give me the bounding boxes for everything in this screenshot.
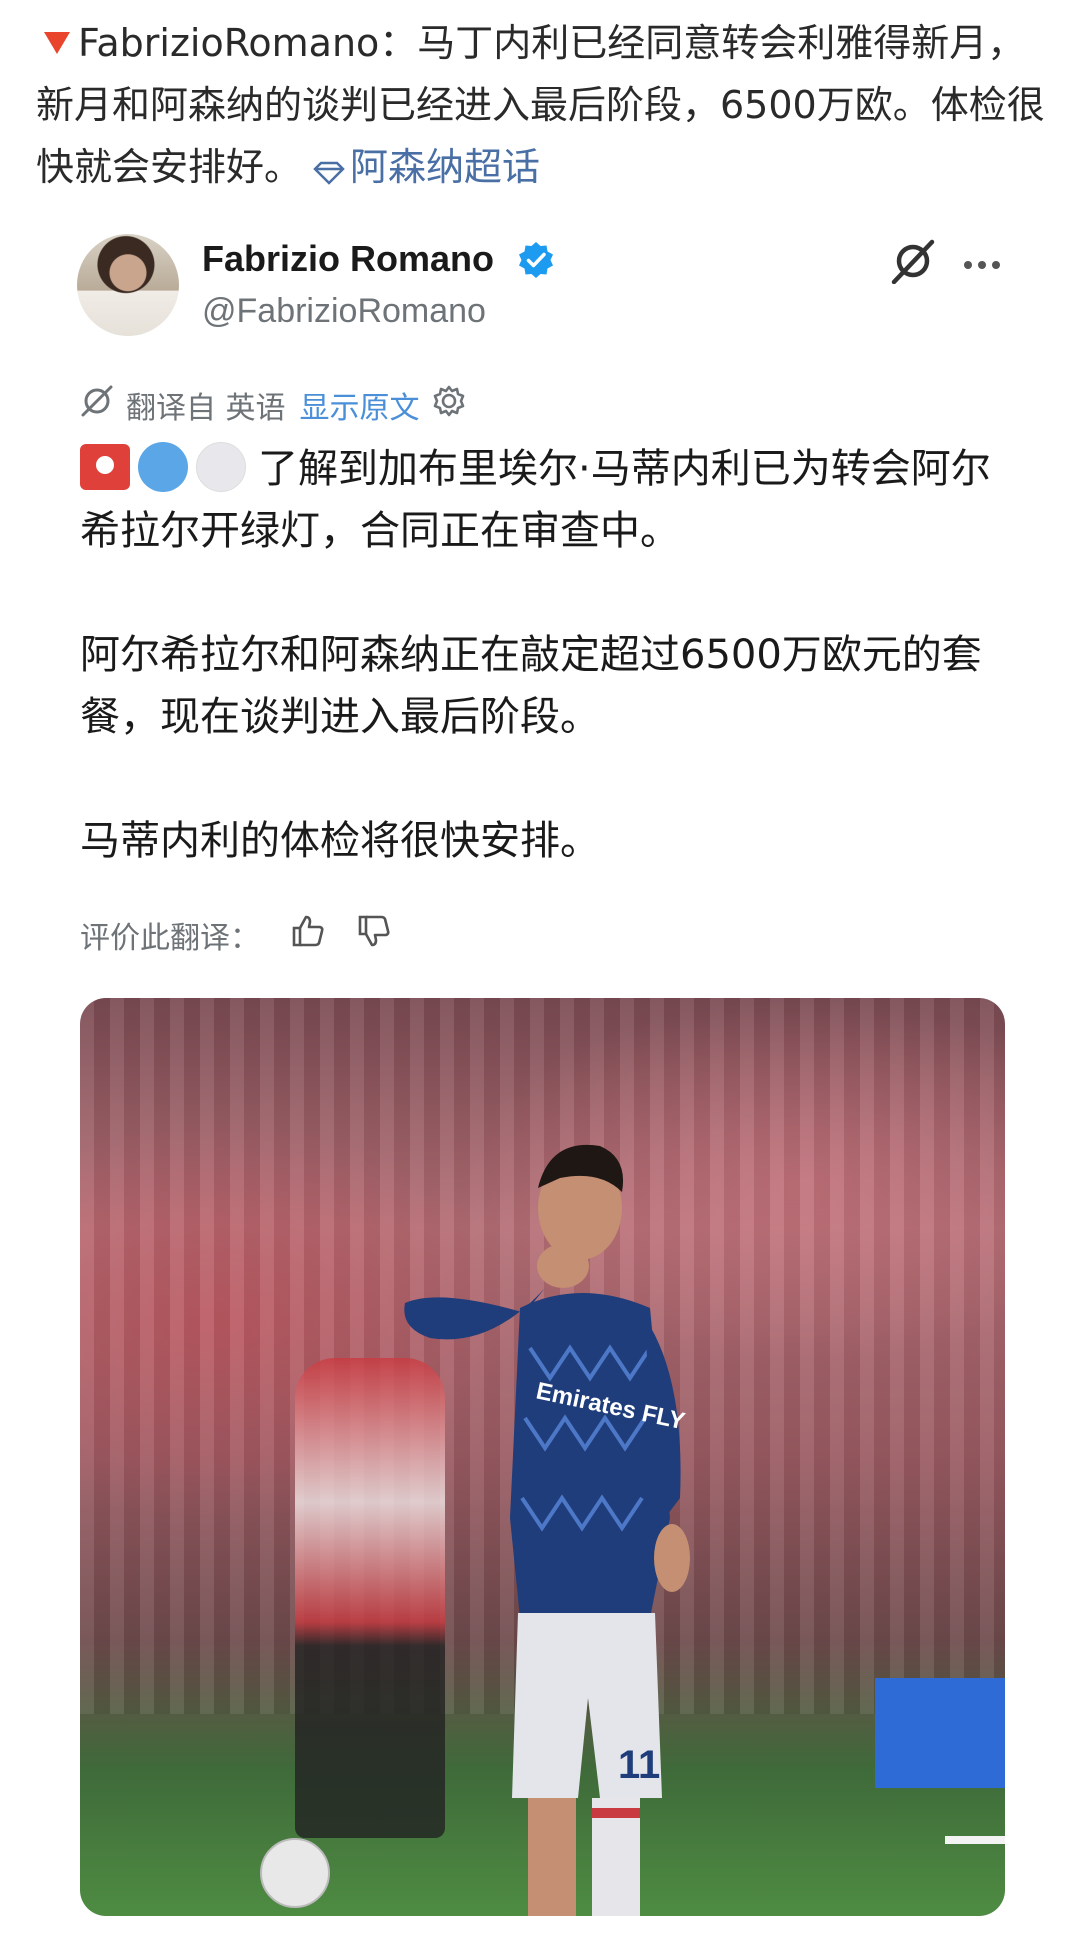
shorts-number: 11 [618, 1743, 660, 1787]
post-author-mention[interactable]: FabrizioRomano： [78, 21, 417, 65]
x-logo-icon[interactable] [890, 238, 936, 288]
tweet-paragraph: 马蒂内利的体检将很快安排。 [80, 818, 600, 864]
thumbs-down-icon[interactable] [356, 913, 392, 957]
gear-icon[interactable] [432, 384, 466, 426]
advertising-board [875, 1678, 1005, 1788]
show-original-link[interactable]: 显示原文 [300, 383, 420, 427]
verified-badge-icon [516, 240, 556, 284]
display-name[interactable]: Fabrizio Romano [202, 238, 494, 280]
rate-label: 评价此翻译： [80, 921, 260, 956]
more-options-icon[interactable] [962, 256, 1002, 275]
topic-link[interactable]: 阿森纳超话 [350, 145, 540, 189]
avatar[interactable] [77, 234, 179, 336]
grok-icon [80, 384, 114, 426]
tweet-photo[interactable]: Emirates FLY BETTER 11 [80, 998, 1005, 1916]
white-circle-icon [196, 442, 246, 492]
siren-icon [80, 444, 130, 490]
tweet-paragraph: 阿尔希拉尔和阿森纳正在敲定超过6500万欧元的套餐，现在谈判进入最后阶段。 [80, 632, 982, 740]
user-handle[interactable]: @FabrizioRomano [202, 292, 486, 331]
tweet-paragraph: 了解到加布里埃尔·马蒂内利已为转会阿尔希拉尔开绿灯，合同正在审查中。 [80, 438, 1010, 562]
emoji-group [80, 442, 246, 492]
thumbs-up-icon[interactable] [290, 913, 326, 957]
red-triangle-icon [44, 32, 70, 54]
diamond-icon [312, 142, 346, 204]
pitch-line [945, 1836, 1005, 1844]
player-figure: Emirates FLY BETTER 11 [404, 1144, 690, 1916]
translation-label: 翻译自 英语 [126, 391, 286, 426]
football [260, 1838, 330, 1908]
tweet-body: 了解到加布里埃尔·马蒂内利已为转会阿尔希拉尔开绿灯，合同正在审查中。 阿尔希拉尔… [80, 438, 1010, 872]
rate-translation: 评价此翻译： [80, 912, 392, 958]
translation-bar: 翻译自 英语 显示原文 [80, 383, 466, 427]
weibo-post-text: FabrizioRomano：马丁内利已经同意转会利雅得新月，新月和阿森纳的谈判… [36, 12, 1046, 204]
blue-circle-icon [138, 442, 188, 492]
